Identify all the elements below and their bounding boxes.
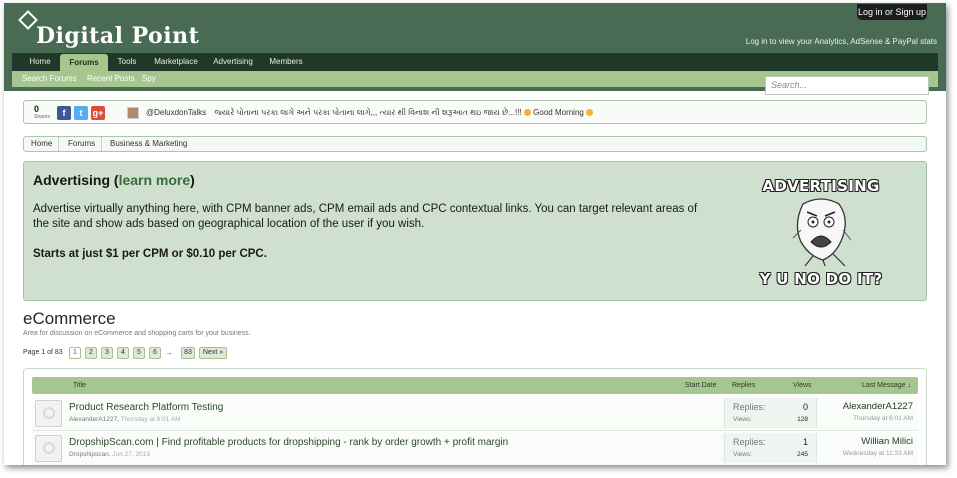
last-message-user[interactable]: AlexanderA1227 bbox=[843, 401, 913, 412]
thread-stats: Replies: 1 Views: 245 bbox=[724, 433, 817, 463]
col-start-date[interactable]: Start Date bbox=[685, 377, 717, 394]
col-last-message[interactable]: Last Message ↓ bbox=[862, 377, 911, 394]
ad-title: Advertising (learn more) bbox=[33, 172, 195, 188]
subnav-spy[interactable]: Spy bbox=[142, 71, 156, 87]
col-views[interactable]: Views bbox=[793, 377, 812, 394]
subnav-recent-posts[interactable]: Recent Posts bbox=[87, 71, 135, 87]
tab-members[interactable]: Members bbox=[262, 53, 310, 71]
browser-frame: Digital Point Log in or Sign up Log in t… bbox=[4, 3, 946, 465]
thread-author[interactable]: Dropshipscan bbox=[69, 451, 109, 458]
forum-title: eCommerce bbox=[23, 309, 116, 328]
table-row[interactable]: Product Research Platform Testing Alexan… bbox=[32, 397, 918, 431]
thread-title[interactable]: Product Research Platform Testing bbox=[69, 402, 223, 413]
subnav-search-forums[interactable]: Search Forums bbox=[22, 71, 77, 87]
page-link[interactable]: 1 bbox=[69, 347, 81, 359]
site-name: Digital Point bbox=[36, 23, 200, 49]
avatar[interactable] bbox=[35, 400, 62, 427]
tab-forums[interactable]: Forums bbox=[60, 54, 108, 72]
next-page-button[interactable]: Next » bbox=[199, 347, 227, 359]
ad-body: Advertise virtually anything here, with … bbox=[33, 203, 698, 230]
tweet-tail: Good Morning bbox=[533, 108, 584, 117]
page-link[interactable]: 5 bbox=[133, 347, 145, 359]
share-bar: 0 Shares f t g+ @DeluxdonTalks જ્યારે પો… bbox=[23, 100, 927, 124]
tweet-user[interactable]: @DeluxdonTalks bbox=[146, 108, 206, 117]
tab-home[interactable]: Home bbox=[18, 53, 62, 71]
replies-label: Replies: bbox=[733, 402, 766, 412]
thread-list-header: Title Start Date Replies Views Last Mess… bbox=[32, 377, 918, 394]
meme-face-icon bbox=[792, 198, 852, 266]
advertising-banner: Advertising (learn more) Advertise virtu… bbox=[23, 161, 927, 301]
login-hint: Log in to view your Analytics, AdSense &… bbox=[745, 37, 937, 46]
breadcrumb-forums[interactable]: Forums bbox=[68, 137, 103, 151]
views-count: 128 bbox=[797, 416, 808, 423]
twitter-icon[interactable]: t bbox=[74, 106, 88, 120]
main-nav: Home Forums Tools Marketplace Advertisin… bbox=[12, 53, 938, 72]
breadcrumb-home[interactable]: Home bbox=[31, 137, 60, 151]
page-of-label: Page 1 of 83 bbox=[23, 349, 63, 356]
thread-title[interactable]: DropshipScan.com | Find profitable produ… bbox=[69, 437, 508, 448]
avatar[interactable] bbox=[35, 435, 62, 462]
page-link[interactable]: 2 bbox=[85, 347, 97, 359]
last-message-date[interactable]: Thursday at 6:01 AM bbox=[853, 415, 913, 422]
sun-emoji-icon bbox=[523, 109, 531, 116]
thread-meta: Dropshipscan, Jun 27, 2019 bbox=[69, 451, 150, 458]
tweet-avatar[interactable] bbox=[127, 107, 139, 119]
replies-count: 1 bbox=[802, 437, 808, 447]
page-link[interactable]: 3 bbox=[101, 347, 113, 359]
latest-tweet: @DeluxdonTalks જ્યારે પોતાના પરકા લાગે અ… bbox=[146, 108, 594, 118]
page-link-last[interactable]: 83 bbox=[181, 347, 195, 359]
thread-stats: Replies: 0 Views: 128 bbox=[724, 398, 817, 428]
search-input[interactable]: Search... bbox=[765, 76, 929, 95]
col-replies[interactable]: Replies bbox=[732, 377, 755, 394]
ad-price: Starts at just $1 per CPM or $0.10 per C… bbox=[33, 248, 267, 260]
thread-author[interactable]: AlexanderA1227 bbox=[69, 416, 117, 423]
facebook-icon[interactable]: f bbox=[57, 106, 71, 120]
views-count: 245 bbox=[797, 451, 808, 458]
login-signup-button[interactable]: Log in or Sign up bbox=[857, 4, 927, 20]
thread-meta: AlexanderA1227, Thursday at 6:01 AM bbox=[69, 416, 181, 423]
learn-more-link[interactable]: learn more bbox=[119, 172, 191, 188]
sun-emoji-icon bbox=[586, 109, 594, 116]
logo-diamond-icon bbox=[18, 10, 38, 30]
last-message-user[interactable]: Willian Milici bbox=[861, 436, 913, 447]
breadcrumb-business-marketing[interactable]: Business & Marketing bbox=[110, 137, 193, 151]
forum-description: Area for discussion on eCommerce and sho… bbox=[23, 330, 251, 337]
tab-marketplace[interactable]: Marketplace bbox=[148, 53, 204, 71]
col-title[interactable]: Title bbox=[73, 377, 86, 394]
default-avatar-icon bbox=[43, 407, 55, 419]
page-link[interactable]: 6 bbox=[149, 347, 161, 359]
last-message-date[interactable]: Wednesday at 11:33 AM bbox=[843, 450, 913, 457]
tab-tools[interactable]: Tools bbox=[110, 53, 144, 71]
thread-date: Thursday at 6:01 AM bbox=[120, 416, 181, 423]
meme-bottom-text: Y U NO DO IT? bbox=[759, 270, 883, 288]
google-plus-icon[interactable]: g+ bbox=[91, 106, 105, 120]
thread-date: Jun 27, 2019 bbox=[112, 451, 150, 458]
replies-label: Replies: bbox=[733, 437, 766, 447]
tab-advertising[interactable]: Advertising bbox=[208, 53, 258, 71]
default-avatar-icon bbox=[43, 442, 55, 454]
thread-list: Title Start Date Replies Views Last Mess… bbox=[23, 368, 927, 465]
views-label: Views: bbox=[733, 451, 753, 458]
meme-top-text: ADVERTISING bbox=[762, 177, 880, 195]
tweet-text: જ્યારે પોતાના પરકા લાગે અને પરકા પોતાના … bbox=[214, 108, 522, 117]
page-link[interactable]: 4 bbox=[117, 347, 129, 359]
breadcrumb: Home Forums Business & Marketing bbox=[23, 136, 927, 152]
share-count: 0 bbox=[34, 104, 40, 114]
share-count-label: Shares bbox=[34, 114, 50, 120]
replies-count: 0 bbox=[802, 402, 808, 412]
views-label: Views: bbox=[733, 416, 753, 423]
page-skip-arrow-icon: → bbox=[165, 348, 173, 357]
table-row[interactable]: DropshipScan.com | Find profitable produ… bbox=[32, 432, 918, 465]
meme-image: ADVERTISING Y U NO DO IT? bbox=[751, 172, 891, 294]
